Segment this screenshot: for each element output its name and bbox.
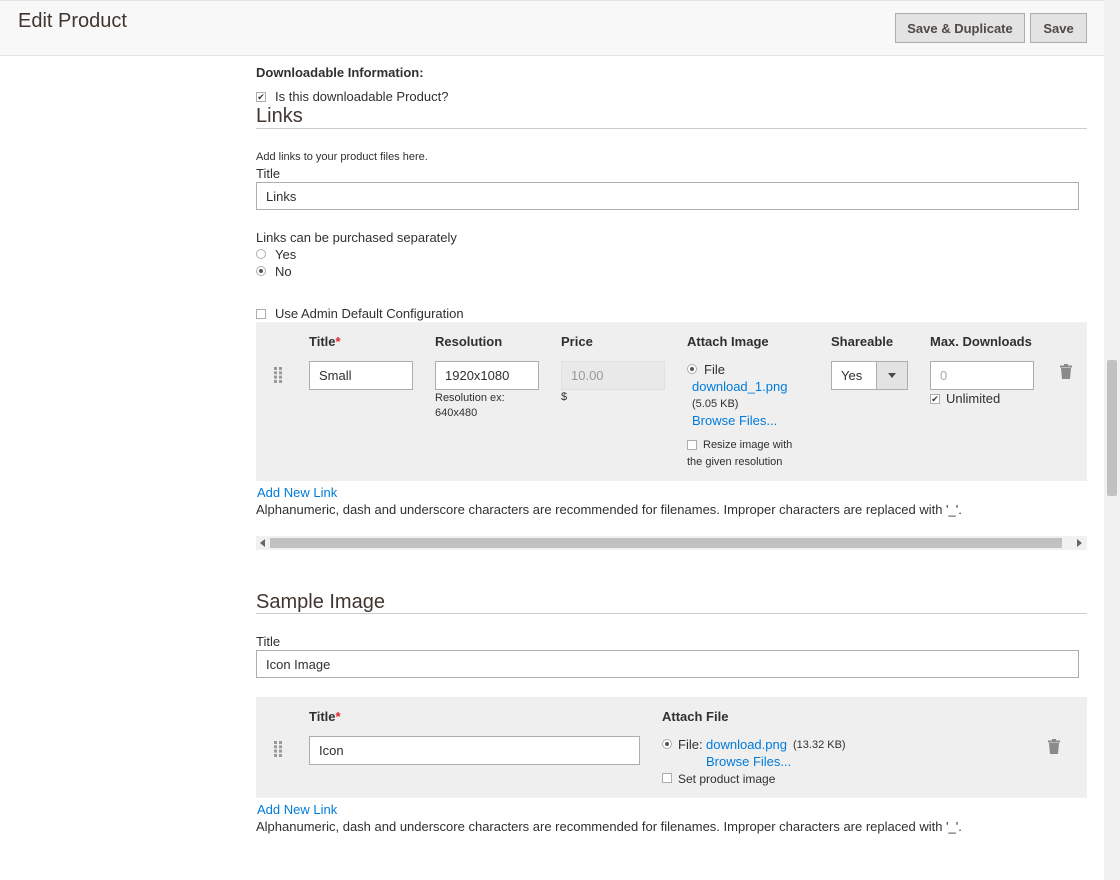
- sample-filename-note: Alphanumeric, dash and underscore charac…: [256, 819, 962, 834]
- links-hint: Add links to your product files here.: [256, 151, 428, 163]
- downloadable-checkbox[interactable]: ✔: [256, 92, 266, 102]
- link-resolution-input[interactable]: 1920x1080: [435, 361, 539, 390]
- set-product-image-checkbox[interactable]: [662, 773, 672, 783]
- trash-icon[interactable]: [1048, 739, 1060, 754]
- price-currency: $: [561, 391, 568, 403]
- unlimited-checkbox[interactable]: ✔: [930, 394, 940, 404]
- downloadable-checkbox-label: Is this downloadable Product?: [275, 89, 449, 104]
- link-browse-files[interactable]: Browse Files...: [692, 413, 777, 428]
- sample-col-attach-file: Attach File: [662, 709, 729, 724]
- page-title: Edit Product: [18, 10, 127, 32]
- scroll-right-icon[interactable]: [1077, 539, 1082, 547]
- links-filename-note: Alphanumeric, dash and underscore charac…: [256, 502, 962, 517]
- links-divider: [256, 128, 1087, 129]
- sample-divider: [256, 613, 1087, 614]
- sample-browse-files[interactable]: Browse Files...: [706, 754, 791, 769]
- purchase-no-radio[interactable]: [256, 266, 266, 276]
- col-max-downloads: Max. Downloads: [930, 334, 1032, 349]
- col-title: Title*: [309, 334, 341, 349]
- attach-file-label: File: [704, 362, 725, 377]
- drag-handle-icon[interactable]: [274, 741, 282, 757]
- link-file-name[interactable]: download_1.png: [692, 379, 787, 394]
- link-title-input[interactable]: Small: [309, 361, 413, 390]
- links-add-new-link[interactable]: Add New Link: [257, 485, 337, 500]
- drag-handle-icon[interactable]: [274, 367, 282, 383]
- purchase-no-label: No: [275, 264, 292, 279]
- sample-col-title: Title*: [309, 709, 341, 724]
- sample-file-radio[interactable]: [662, 739, 672, 749]
- trash-icon[interactable]: [1060, 364, 1072, 379]
- vertical-scrollbar-thumb[interactable]: [1107, 360, 1117, 496]
- resize-label-line1: Resize image with: [703, 439, 793, 451]
- save-duplicate-button[interactable]: Save & Duplicate: [895, 13, 1025, 43]
- save-button[interactable]: Save: [1030, 13, 1087, 43]
- unlimited-label: Unlimited: [946, 391, 1001, 406]
- col-resolution: Resolution: [435, 334, 503, 349]
- link-file-size: (5.05 KB): [692, 398, 739, 410]
- links-title-label: Title: [256, 166, 281, 181]
- scroll-left-icon[interactable]: [260, 539, 265, 547]
- resolution-hint-line1: Resolution ex:: [435, 392, 505, 404]
- sample-file-size: (13.32 KB): [793, 739, 846, 751]
- attach-file-radio[interactable]: [687, 364, 697, 374]
- chevron-down-icon[interactable]: [876, 362, 907, 389]
- col-attach-image: Attach Image: [687, 334, 769, 349]
- col-shareable: Shareable: [831, 334, 894, 349]
- resize-label-line2: the given resolution: [687, 456, 783, 468]
- purchase-yes-label: Yes: [275, 247, 297, 262]
- sample-file-name[interactable]: download.png: [706, 737, 787, 752]
- link-price-input[interactable]: 10.00: [561, 361, 665, 390]
- set-product-image-label: Set product image: [678, 772, 776, 786]
- shareable-select-value: Yes: [841, 368, 863, 383]
- col-price: Price: [561, 334, 593, 349]
- sample-section-title: Sample Image: [256, 591, 385, 613]
- links-section-title: Links: [256, 105, 303, 127]
- use-admin-default-label: Use Admin Default Configuration: [275, 306, 464, 321]
- max-downloads-input[interactable]: 0: [930, 361, 1034, 390]
- purchase-yes-radio[interactable]: [256, 249, 266, 259]
- sample-file-label: File:: [678, 737, 703, 752]
- horizontal-scrollbar-thumb[interactable]: [270, 538, 1062, 548]
- shareable-select[interactable]: Yes: [831, 361, 908, 390]
- purchase-separately-label: Links can be purchased separately: [256, 230, 457, 245]
- sample-add-new-link[interactable]: Add New Link: [257, 802, 337, 817]
- use-admin-default-checkbox[interactable]: [256, 309, 266, 319]
- sample-title-input[interactable]: Icon Image: [256, 650, 1079, 678]
- resolution-hint-line2: 640x480: [435, 407, 478, 419]
- sample-row-title-input[interactable]: Icon: [309, 736, 640, 765]
- links-title-input[interactable]: Links: [256, 182, 1079, 210]
- downloadable-heading: Downloadable Information:: [256, 65, 424, 80]
- sample-title-label: Title: [256, 634, 281, 649]
- resize-image-checkbox[interactable]: [687, 440, 697, 450]
